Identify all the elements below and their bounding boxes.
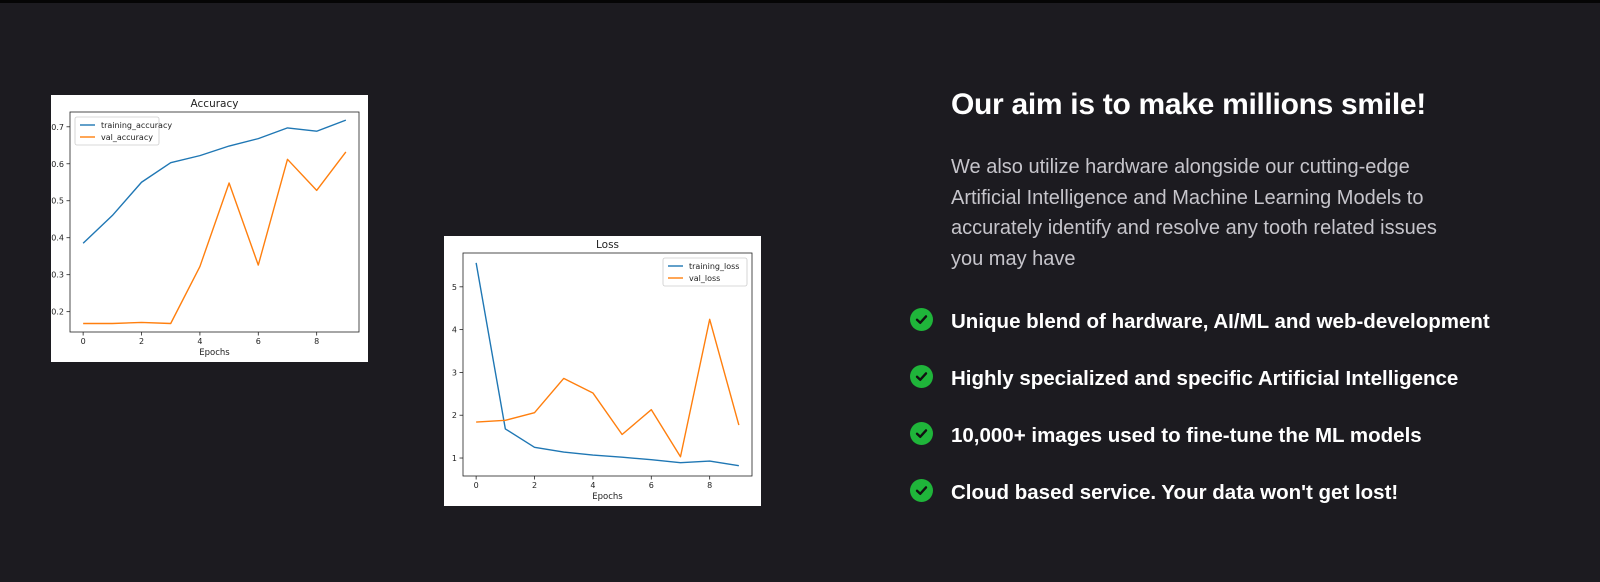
y-tick-label: 3: [452, 368, 457, 377]
y-tick-label: 4: [452, 326, 457, 335]
check-circle-icon: [910, 308, 933, 331]
loss-chart: Loss 0 2 4 6 8 1 2 3 4 5 Epochs training_loss val_los…: [452, 239, 753, 502]
feature-list: Unique blend of hardware, AI/ML and web-…: [910, 297, 1590, 525]
check-circle-icon: [910, 422, 933, 445]
x-tick-label: 8: [314, 337, 319, 346]
x-tick-label: 2: [532, 481, 537, 490]
about-section: Our aim is to make millions smile!: [951, 88, 1571, 122]
x-tick-label: 2: [139, 337, 144, 346]
accuracy-chart: Accuracy 0 2 4 6 8 0.2 0.3 0.4 0.5 0.6 0.7 Epochs tra…: [51, 98, 360, 358]
series-line-val_accuracy: [83, 151, 347, 325]
x-axis-label: Epochs: [592, 492, 623, 502]
feature-label: Unique blend of hardware, AI/ML and web-…: [951, 309, 1490, 333]
plot-frame: [462, 252, 753, 477]
loss-chart-image: Loss 0 2 4 6 8 1 2 3 4 5 Epochs training_loss val_los…: [444, 236, 761, 506]
legend-label: val_loss: [689, 274, 720, 283]
feature-label: 10,000+ images used to fine-tune the ML …: [951, 423, 1422, 447]
top-border: [0, 0, 1600, 3]
x-tick-label: 6: [256, 337, 261, 346]
legend-label: val_accuracy: [101, 133, 153, 142]
check-circle-icon: [910, 365, 933, 388]
x-axis-label: Epochs: [199, 348, 230, 358]
feature-label: Cloud based service. Your data won't get…: [951, 480, 1399, 504]
chart-title: Loss: [596, 239, 619, 251]
y-tick-label: 2: [452, 411, 457, 420]
x-tick-label: 4: [197, 337, 202, 346]
y-tick-label: 0.2: [51, 308, 64, 317]
x-tick-label: 0: [474, 481, 479, 490]
feature-item: Unique blend of hardware, AI/ML and web-…: [910, 297, 1590, 354]
x-tick-label: 4: [590, 481, 595, 490]
feature-item: Highly specialized and specific Artifici…: [910, 354, 1590, 411]
feature-item: Cloud based service. Your data won't get…: [910, 468, 1590, 525]
legend-label: training_accuracy: [101, 121, 172, 130]
y-tick-label: 5: [452, 283, 457, 292]
check-circle-icon: [910, 479, 933, 502]
x-tick-label: 0: [81, 337, 86, 346]
x-tick-label: 6: [649, 481, 654, 490]
feature-label: Highly specialized and specific Artifici…: [951, 366, 1459, 390]
y-tick-label: 0.6: [51, 160, 64, 169]
y-tick-label: 0.4: [51, 234, 64, 243]
y-tick-label: 1: [452, 454, 457, 463]
feature-item: 10,000+ images used to fine-tune the ML …: [910, 411, 1590, 468]
x-tick-label: 8: [707, 481, 712, 490]
chart-title: Accuracy: [191, 98, 239, 110]
headline: Our aim is to make millions smile!: [951, 88, 1426, 121]
y-tick-label: 0.3: [51, 271, 64, 280]
accuracy-chart-image: Accuracy 0 2 4 6 8 0.2 0.3 0.4 0.5 0.6 0.7 Epochs tra…: [51, 95, 368, 362]
y-tick-label: 0.5: [51, 197, 64, 206]
legend-label: training_loss: [689, 262, 739, 271]
description-text: We also utilize hardware alongside our c…: [951, 156, 1437, 270]
y-tick-label: 0.7: [51, 123, 64, 132]
